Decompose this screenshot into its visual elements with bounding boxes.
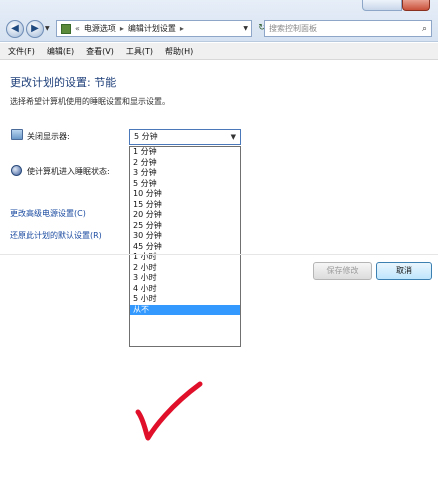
breadcrumb-power-options[interactable]: 电源选项 (84, 23, 116, 34)
option-45-min[interactable]: 45 分钟 (130, 242, 240, 253)
back-arrow-icon: ◀ (11, 23, 19, 34)
main-content: 更改计划的设置: 节能 选择希望计算机使用的睡眠设置和显示设置。 关闭显示器: … (0, 61, 438, 480)
page-title: 更改计划的设置: 节能 (10, 76, 117, 89)
chevron-down-icon[interactable]: ▼ (231, 130, 236, 144)
forward-arrow-icon: ▶ (31, 23, 39, 34)
display-timeout-value: 5 分钟 (134, 132, 158, 141)
turn-off-display-label: 关闭显示器: (27, 132, 70, 141)
restore-defaults-link[interactable]: 还原此计划的默认设置(R) (10, 230, 102, 241)
option-15-min[interactable]: 15 分钟 (130, 200, 240, 211)
back-button[interactable]: ◀ (6, 20, 24, 38)
breadcrumb-separator-icon[interactable]: ▸ (180, 24, 184, 33)
monitor-icon (11, 129, 23, 140)
menu-bar: 文件(F) 编辑(E) 查看(V) 工具(T) 帮助(H) (0, 43, 438, 60)
option-3-min[interactable]: 3 分钟 (130, 168, 240, 179)
cancel-button[interactable]: 取消 (376, 262, 432, 280)
recent-pages-chevron-down-icon[interactable]: ▼ (45, 25, 50, 32)
advanced-power-settings-link[interactable]: 更改高级电源设置(C) (10, 208, 86, 219)
option-10-min[interactable]: 10 分钟 (130, 189, 240, 200)
sleep-moon-icon (11, 165, 22, 176)
display-timeout-options: 1 分钟 2 分钟 3 分钟 5 分钟 10 分钟 15 分钟 20 分钟 25… (129, 146, 241, 347)
red-checkmark-annotation (135, 381, 203, 441)
address-dropdown-icon[interactable]: ▼ (243, 25, 248, 32)
menu-help[interactable]: 帮助(H) (165, 46, 193, 57)
option-20-min[interactable]: 20 分钟 (130, 210, 240, 221)
option-30-min[interactable]: 30 分钟 (130, 231, 240, 242)
control-panel-icon (61, 23, 71, 34)
menu-edit[interactable]: 编辑(E) (47, 46, 74, 57)
option-5-min[interactable]: 5 分钟 (130, 179, 240, 190)
search-input[interactable]: 搜索控制面板 ⌕ (264, 20, 432, 37)
forward-button[interactable]: ▶ (26, 20, 44, 38)
option-never[interactable]: 从不 (130, 304, 240, 315)
address-bar[interactable]: « 电源选项 ▸ 编辑计划设置 ▸ ▼ (56, 20, 252, 37)
save-changes-button[interactable]: 保存修改 (313, 262, 372, 280)
option-25-min[interactable]: 25 分钟 (130, 221, 240, 232)
option-5-hour[interactable]: 5 小时 (130, 294, 240, 305)
minimize-maximize-buttons[interactable] (362, 0, 402, 11)
display-timeout-select[interactable]: 5 分钟 ▼ (129, 129, 241, 145)
breadcrumb-overflow[interactable]: « (75, 24, 80, 33)
menu-file[interactable]: 文件(F) (8, 46, 35, 57)
option-3-hour[interactable]: 3 小时 (130, 273, 240, 284)
divider (0, 254, 438, 255)
option-2-hour[interactable]: 2 小时 (130, 263, 240, 274)
option-2-min[interactable]: 2 分钟 (130, 158, 240, 169)
sleep-label: 使计算机进入睡眠状态: (27, 167, 110, 176)
option-4-hour[interactable]: 4 小时 (130, 284, 240, 295)
window-close-button[interactable] (402, 0, 430, 11)
address-toolbar: ◀ ▶ ▼ « 电源选项 ▸ 编辑计划设置 ▸ ▼ ↻ 搜索控制面板 ⌕ (0, 0, 438, 42)
breadcrumb-edit-plan[interactable]: 编辑计划设置 (128, 23, 176, 34)
menu-view[interactable]: 查看(V) (86, 46, 114, 57)
menu-tools[interactable]: 工具(T) (126, 46, 153, 57)
search-icon[interactable]: ⌕ (422, 22, 427, 37)
page-subtitle: 选择希望计算机使用的睡眠设置和显示设置。 (10, 97, 170, 106)
option-1-min[interactable]: 1 分钟 (130, 147, 240, 158)
search-placeholder: 搜索控制面板 (269, 24, 317, 33)
breadcrumb-separator-icon[interactable]: ▸ (120, 24, 124, 33)
